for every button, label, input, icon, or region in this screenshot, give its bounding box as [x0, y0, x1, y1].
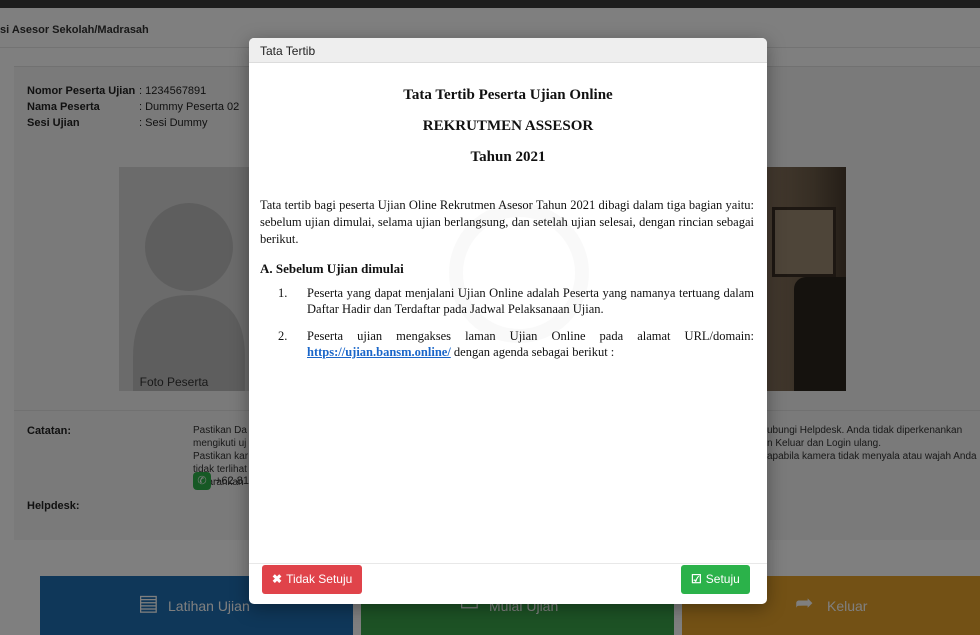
document-title: Tata Tertib Peserta Ujian Online	[403, 87, 613, 103]
accept-button[interactable]: ☑ Setuju	[681, 565, 750, 594]
list-item-text-before: Peserta ujian mengakses laman Ujian Onli…	[307, 329, 754, 343]
close-icon: ✖	[272, 572, 283, 586]
exam-url-link[interactable]: https://ujian.bansm.online/	[307, 345, 451, 359]
section-a-heading: A. Sebelum Ujian dimulai	[260, 261, 404, 276]
list-item-text: Peserta yang dapat menjalani Ujian Onlin…	[307, 286, 754, 316]
modal-footer: ✖ Tidak Setuju ☑ Setuju	[249, 563, 767, 604]
reject-label: Tidak Setuju	[286, 572, 353, 586]
check-square-icon: ☑	[691, 572, 702, 586]
list-item-number: 2.	[278, 329, 288, 343]
list-item-text: Peserta ujian mengakses laman Ujian Onli…	[307, 328, 754, 360]
modal-header: Tata Tertib	[249, 38, 767, 63]
list-item: 1. Peserta yang dapat menjalani Ujian On…	[278, 285, 754, 317]
document-subtitle: REKRUTMEN ASSESOR	[422, 118, 594, 134]
document-year: Tahun 2021	[470, 149, 546, 165]
list-item-number: 1.	[278, 286, 288, 300]
rules-modal: Tata Tertib Tata Tertib Peserta Ujian On…	[249, 38, 767, 604]
list-item-text-after: dengan agenda sebagai berikut :	[450, 345, 615, 359]
accept-label: Setuju	[705, 572, 740, 586]
modal-title: Tata Tertib	[260, 44, 316, 58]
modal-body[interactable]: Tata Tertib Peserta Ujian Online REKRUTM…	[249, 63, 767, 563]
list-item: 2. Peserta ujian mengakses laman Ujian O…	[278, 328, 754, 360]
reject-button[interactable]: ✖ Tidak Setuju	[262, 565, 363, 594]
intro-paragraph: Tata tertib bagi peserta Ujian Oline Rek…	[260, 198, 754, 246]
